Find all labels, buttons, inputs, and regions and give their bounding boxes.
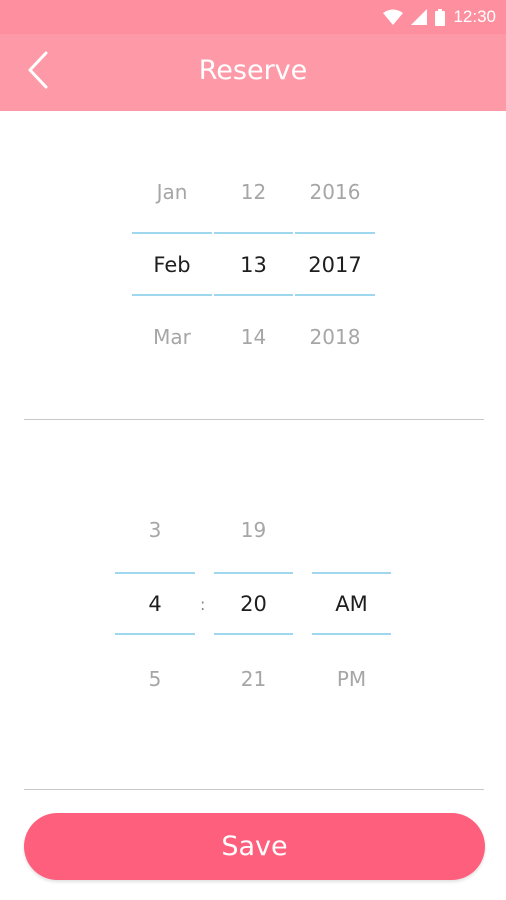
day-selected[interactable]: 13: [214, 253, 293, 277]
page-title: Reserve: [198, 55, 308, 86]
hour-selected[interactable]: 4: [115, 592, 195, 616]
year-selected[interactable]: 2017: [295, 253, 375, 277]
minute-prev[interactable]: 19: [214, 518, 293, 542]
time-separator: :: [200, 595, 206, 614]
wifi-icon: [383, 9, 404, 25]
minute-selection-bottom-line: [214, 633, 293, 635]
status-bar: 12:30: [0, 0, 506, 34]
hour-prev[interactable]: 3: [115, 518, 195, 542]
month-selection-bottom-line: [132, 294, 212, 296]
day-selection-top-line: [214, 232, 293, 234]
chevron-left-icon: [27, 51, 49, 93]
minute-selection-top-line: [214, 572, 293, 574]
minute-selected[interactable]: 20: [214, 592, 293, 616]
back-button[interactable]: [18, 50, 58, 94]
status-time: 12:30: [453, 7, 496, 26]
month-next[interactable]: Mar: [132, 325, 212, 349]
month-prev[interactable]: Jan: [132, 180, 212, 204]
month-selected[interactable]: Feb: [132, 253, 212, 277]
save-button[interactable]: Save: [24, 813, 485, 880]
battery-icon: [435, 8, 446, 26]
ampm-selection-top-line: [312, 572, 391, 574]
ampm-selected[interactable]: AM: [312, 592, 391, 616]
day-next[interactable]: 14: [214, 325, 293, 349]
status-icons: 12:30: [383, 7, 496, 27]
signal-icon: [411, 9, 428, 25]
ampm-next[interactable]: PM: [312, 667, 391, 691]
year-selection-top-line: [295, 232, 375, 234]
day-selection-bottom-line: [214, 294, 293, 296]
hour-selection-bottom-line: [115, 633, 195, 635]
app-bar: Reserve: [0, 34, 506, 111]
section-divider: [24, 419, 484, 420]
year-next[interactable]: 2018: [295, 325, 375, 349]
hour-selection-top-line: [115, 572, 195, 574]
day-prev[interactable]: 12: [214, 180, 293, 204]
year-selection-bottom-line: [295, 294, 375, 296]
hour-next[interactable]: 5: [115, 667, 195, 691]
year-prev[interactable]: 2016: [295, 180, 375, 204]
ampm-selection-bottom-line: [312, 633, 391, 635]
footer-divider: [24, 789, 484, 790]
month-selection-top-line: [132, 232, 212, 234]
minute-next[interactable]: 21: [214, 667, 293, 691]
